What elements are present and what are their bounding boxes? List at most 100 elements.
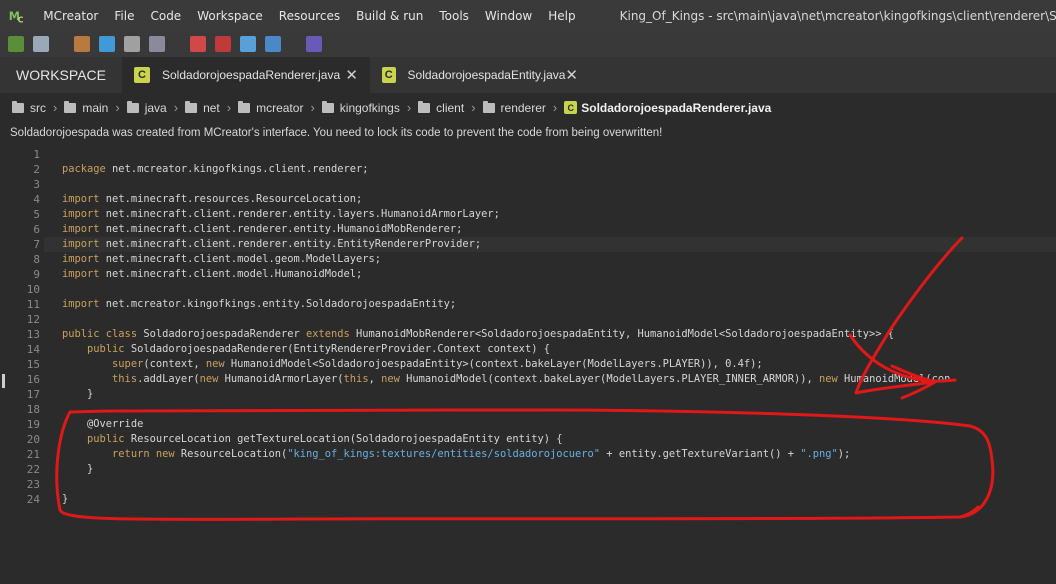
code-line: import net.mcreator.kingofkings.entity.S… <box>62 298 457 310</box>
code-line: @Override <box>62 418 144 430</box>
toolbar <box>0 31 1056 57</box>
tab-label: SoldadorojoespadaEntity.java <box>407 68 566 82</box>
chevron-right-icon: › <box>406 100 412 115</box>
class-file-icon: C <box>382 67 396 83</box>
import-texture-icon[interactable] <box>74 36 90 52</box>
breadcrumb-item[interactable]: net <box>185 100 220 115</box>
chevron-right-icon: › <box>310 100 315 115</box>
menu-code[interactable]: Code <box>142 9 189 23</box>
add-element-icon[interactable] <box>8 36 24 52</box>
line-number: 16 <box>26 373 40 386</box>
line-number: 12 <box>26 313 40 326</box>
folder-icon <box>482 100 495 113</box>
chevron-right-icon: › <box>53 100 58 115</box>
svg-text:C: C <box>18 15 24 24</box>
window-title: King_Of_Kings - src\main\java\net\mcreat… <box>619 8 1056 23</box>
folder-icon <box>64 100 77 113</box>
chevron-right-icon: › <box>226 100 232 115</box>
code-line: } <box>62 388 94 400</box>
menu-bar: M C MCreator File Code Workspace Resourc… <box>0 0 1056 31</box>
line-number: 17 <box>26 388 40 401</box>
debug-icon[interactable] <box>306 36 322 52</box>
chevron-right-icon: › <box>552 100 558 115</box>
breadcrumb-item[interactable]: kingofkings <box>321 100 400 115</box>
breadcrumb-item[interactable]: client <box>418 100 464 115</box>
chevron-right-icon: › <box>115 100 120 115</box>
line-number: 14 <box>26 343 40 356</box>
line-number: 24 <box>26 493 40 506</box>
breadcrumb-item[interactable]: java <box>126 100 167 115</box>
line-number: 18 <box>26 403 40 416</box>
import-model-icon[interactable] <box>124 36 140 52</box>
menu-file[interactable]: File <box>106 9 142 23</box>
import-sound-icon[interactable] <box>99 36 115 52</box>
breadcrumb-item[interactable]: main <box>64 100 108 115</box>
code-line: public ResourceLocation getTextureLocati… <box>87 433 563 445</box>
build-icon[interactable] <box>190 36 206 52</box>
chevron-right-icon: › <box>173 100 179 115</box>
code-line: import net.minecraft.resources.ResourceL… <box>62 193 363 205</box>
folder-icon <box>185 100 198 113</box>
line-number: 20 <box>26 433 40 446</box>
line-number: 8 <box>33 253 40 266</box>
folder-icon <box>321 100 334 113</box>
folder-icon <box>126 100 139 113</box>
import-structure-icon[interactable] <box>149 36 165 52</box>
line-number: 5 <box>33 208 40 221</box>
code-line: import net.minecraft.client.renderer.ent… <box>62 238 482 250</box>
line-number: 19 <box>26 418 40 431</box>
folder-icon <box>12 100 24 113</box>
code-line: import net.minecraft.client.renderer.ent… <box>62 208 500 220</box>
line-number: 13 <box>26 328 40 341</box>
menu-resources[interactable]: Resources <box>271 9 348 23</box>
menu-window[interactable]: Window <box>477 9 540 23</box>
menu-workspace[interactable]: Workspace <box>189 9 271 23</box>
tab-label: SoldadorojoespadaRenderer.java <box>162 68 341 82</box>
line-number: 4 <box>33 193 40 206</box>
code-editor[interactable]: 1 2 3 4 5 6 7 8 9 10 11 12 13 14 15 16 1… <box>0 147 1056 584</box>
export-icon[interactable] <box>265 36 281 52</box>
line-number: 15 <box>26 358 40 371</box>
code-line: this.addLayer(new HumanoidArmorLayer(thi… <box>112 373 951 385</box>
line-number: 9 <box>33 268 40 281</box>
image-editor-icon[interactable] <box>33 36 49 52</box>
breadcrumb: src › main › java › net › mcreator › kingofki… <box>0 93 1056 122</box>
code-line: } <box>62 463 94 475</box>
breadcrumb-item[interactable]: src <box>12 100 46 115</box>
breadcrumb-current-file[interactable]: C SoldadorojoespadaRenderer.java <box>564 101 771 115</box>
folder-icon <box>418 100 431 113</box>
close-icon[interactable]: ✕ <box>565 66 578 84</box>
lock-code-notice: Soldadorojoespada was created from MCrea… <box>10 127 663 139</box>
tab-workspace[interactable]: WORKSPACE <box>0 57 122 93</box>
code-line: return new ResourceLocation("king_of_kin… <box>112 448 851 460</box>
code-line: import net.minecraft.client.model.Humano… <box>62 268 363 280</box>
line-number: 6 <box>33 223 40 236</box>
folder-icon <box>238 100 251 113</box>
tab-renderer-file[interactable]: C SoldadorojoespadaRenderer.java ✕ <box>122 57 370 93</box>
run-server-icon[interactable] <box>240 36 256 52</box>
menu-build-run[interactable]: Build & run <box>348 9 431 23</box>
class-file-icon: C <box>134 67 150 83</box>
breadcrumb-item[interactable]: mcreator <box>238 100 303 115</box>
menu-tools[interactable]: Tools <box>431 9 477 23</box>
menu-mcreator[interactable]: MCreator <box>35 9 106 23</box>
code-line: import net.minecraft.client.renderer.ent… <box>62 223 463 235</box>
chevron-right-icon: › <box>471 100 476 115</box>
line-number: 1 <box>33 148 40 161</box>
code-line: super(context, new HumanoidModel<Soldado… <box>112 358 763 370</box>
code-line: package net.mcreator.kingofkings.client.… <box>62 163 369 175</box>
mcreator-logo-icon: M C <box>9 10 24 24</box>
run-client-icon[interactable] <box>215 36 231 52</box>
tab-entity-file[interactable]: C SoldadorojoespadaEntity.java ✕ <box>370 57 590 93</box>
line-number: 3 <box>33 178 40 191</box>
code-line: } <box>62 493 69 505</box>
code-line: import net.minecraft.client.model.geom.M… <box>62 253 382 265</box>
breadcrumb-item[interactable]: renderer <box>482 100 546 115</box>
code-line: public SoldadorojoespadaRenderer(EntityR… <box>87 343 550 355</box>
line-number: 23 <box>26 478 40 491</box>
code-line: public class SoldadorojoespadaRenderer e… <box>62 328 895 340</box>
menu-help[interactable]: Help <box>540 9 583 23</box>
line-number: 21 <box>26 448 40 461</box>
close-icon[interactable]: ✕ <box>345 66 358 84</box>
line-number: 11 <box>26 298 40 311</box>
